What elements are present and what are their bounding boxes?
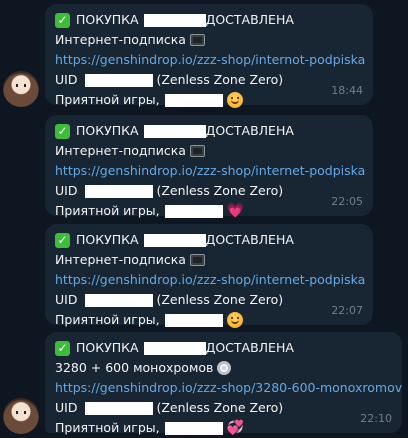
smile-icon xyxy=(226,312,243,328)
shop-link[interactable]: https://genshindrop.io/zzz-shop/3280-600… xyxy=(55,378,402,398)
purchase-prefix: ПОКУПКА xyxy=(76,340,139,355)
redacted-block xyxy=(164,421,223,435)
shop-link[interactable]: https://genshindrop.io/zzz-shop/internet… xyxy=(55,270,365,290)
tv-icon xyxy=(189,145,205,157)
link-line: https://genshindrop.io/zzz-shop/internot… xyxy=(55,50,365,70)
redacted-block xyxy=(164,204,223,218)
greeting-line: Приятной игры, xyxy=(55,90,363,110)
message-time: 18:44 xyxy=(331,84,363,97)
item-line: Интернет-подписка xyxy=(55,141,363,161)
message-time: 22:07 xyxy=(331,304,363,317)
purchase-prefix: ПОКУПКА xyxy=(76,123,139,138)
message-time: 22:10 xyxy=(360,412,392,425)
uid-line: UID (Zenless Zone Zero) xyxy=(55,398,392,418)
purchase-status: ДОСТАВЛЕНА xyxy=(205,123,294,138)
uid-label: UID xyxy=(55,183,78,198)
game-name: (Zenless Zone Zero) xyxy=(156,400,284,415)
disc-icon xyxy=(217,361,232,375)
uid-line: UID (Zenless Zone Zero) xyxy=(55,70,363,90)
redacted-block xyxy=(164,313,223,327)
uid-label: UID xyxy=(55,292,78,307)
check-mark-icon: ✓ xyxy=(55,12,70,28)
purchase-prefix: ПОКУПКА xyxy=(76,12,139,27)
message-time: 22:05 xyxy=(331,195,363,208)
uid-label: UID xyxy=(55,400,78,415)
purchase-status: ДОСТАВЛЕНА xyxy=(205,12,294,27)
uid-line: UID (Zenless Zone Zero) xyxy=(55,290,363,310)
message-bubble[interactable]: ✓ ПОКУПКА ДОСТАВЛЕНА Интернет-подписка h… xyxy=(45,224,373,328)
tv-icon xyxy=(189,34,205,46)
item-line: Интернет-подписка xyxy=(55,250,363,270)
greeting-text: Приятной игры, xyxy=(55,92,160,107)
item-name: Интернет-подписка xyxy=(55,252,186,267)
message-bubble[interactable]: ✓ ПОКУПКА ДОСТАВЛЕНА 3280 + 600 монохром… xyxy=(45,332,402,436)
link-line: https://genshindrop.io/zzz-shop/internet… xyxy=(55,270,365,290)
greeting-line: Приятной игры, xyxy=(55,310,363,330)
purchase-line: ✓ ПОКУПКА ДОСТАВЛЕНА xyxy=(55,10,363,30)
redacted-block xyxy=(85,184,154,198)
check-mark-icon: ✓ xyxy=(55,123,70,139)
check-mark-icon: ✓ xyxy=(55,340,70,356)
message-bubble[interactable]: ✓ ПОКУПКА ДОСТАВЛЕНА Интернет-подписка h… xyxy=(45,4,373,108)
game-name: (Zenless Zone Zero) xyxy=(156,183,284,198)
item-name: Интернет-подписка xyxy=(55,32,186,47)
avatar[interactable] xyxy=(3,398,39,434)
redacted-block xyxy=(85,73,154,87)
greeting-text: Приятной игры, xyxy=(55,420,160,435)
game-name: (Zenless Zone Zero) xyxy=(156,292,284,307)
item-name: Интернет-подписка xyxy=(55,143,186,158)
redacted-block xyxy=(143,124,206,138)
check-mark-icon: ✓ xyxy=(55,232,70,248)
purchase-line: ✓ ПОКУПКА ДОСТАВЛЕНА xyxy=(55,338,392,358)
item-line: Интернет-подписка xyxy=(55,30,363,50)
uid-label: UID xyxy=(55,72,78,87)
redacted-block xyxy=(85,401,154,415)
greeting-line: Приятной игры, 💗 xyxy=(55,201,363,221)
shop-link[interactable]: https://genshindrop.io/zzz-shop/internot… xyxy=(55,50,365,70)
heart-icon: 💞 xyxy=(226,420,245,436)
link-line: https://genshindrop.io/zzz-shop/3280-600… xyxy=(55,378,402,398)
item-name: 3280 + 600 монохромов xyxy=(55,360,214,375)
redacted-block xyxy=(143,13,206,27)
redacted-block xyxy=(143,233,206,247)
shop-link[interactable]: https://genshindrop.io/zzz-shop/internet… xyxy=(55,161,365,181)
purchase-status: ДОСТАВЛЕНА xyxy=(205,232,294,247)
redacted-block xyxy=(164,93,223,107)
greeting-text: Приятной игры, xyxy=(55,312,160,327)
purchase-line: ✓ ПОКУПКА ДОСТАВЛЕНА xyxy=(55,230,363,250)
item-line: 3280 + 600 монохромов xyxy=(55,358,392,378)
heart-icon: 💗 xyxy=(226,203,245,219)
tv-icon xyxy=(189,254,205,266)
greeting-text: Приятной игры, xyxy=(55,203,160,218)
purchase-prefix: ПОКУПКА xyxy=(76,232,139,247)
purchase-status: ДОСТАВЛЕНА xyxy=(205,340,294,355)
avatar[interactable] xyxy=(3,71,39,107)
link-line: https://genshindrop.io/zzz-shop/internet… xyxy=(55,161,365,181)
game-name: (Zenless Zone Zero) xyxy=(156,72,284,87)
redacted-block xyxy=(143,341,206,355)
message-bubble[interactable]: ✓ ПОКУПКА ДОСТАВЛЕНА Интернет-подписка h… xyxy=(45,115,373,219)
purchase-line: ✓ ПОКУПКА ДОСТАВЛЕНА xyxy=(55,121,363,141)
redacted-block xyxy=(85,293,154,307)
greeting-line: Приятной игры, 💞 xyxy=(55,418,392,438)
smile-icon xyxy=(226,92,243,108)
uid-line: UID (Zenless Zone Zero) xyxy=(55,181,363,201)
